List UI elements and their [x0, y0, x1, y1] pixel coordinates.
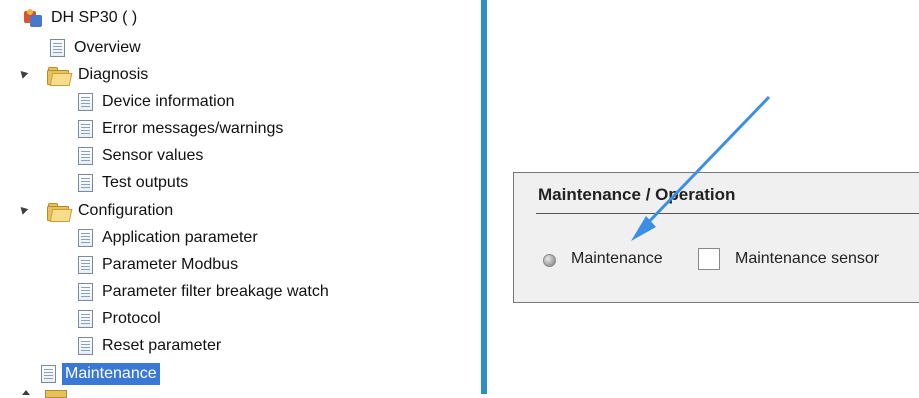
annotation-arrow-line — [640, 95, 771, 231]
annotation-arrow — [631, 95, 771, 241]
